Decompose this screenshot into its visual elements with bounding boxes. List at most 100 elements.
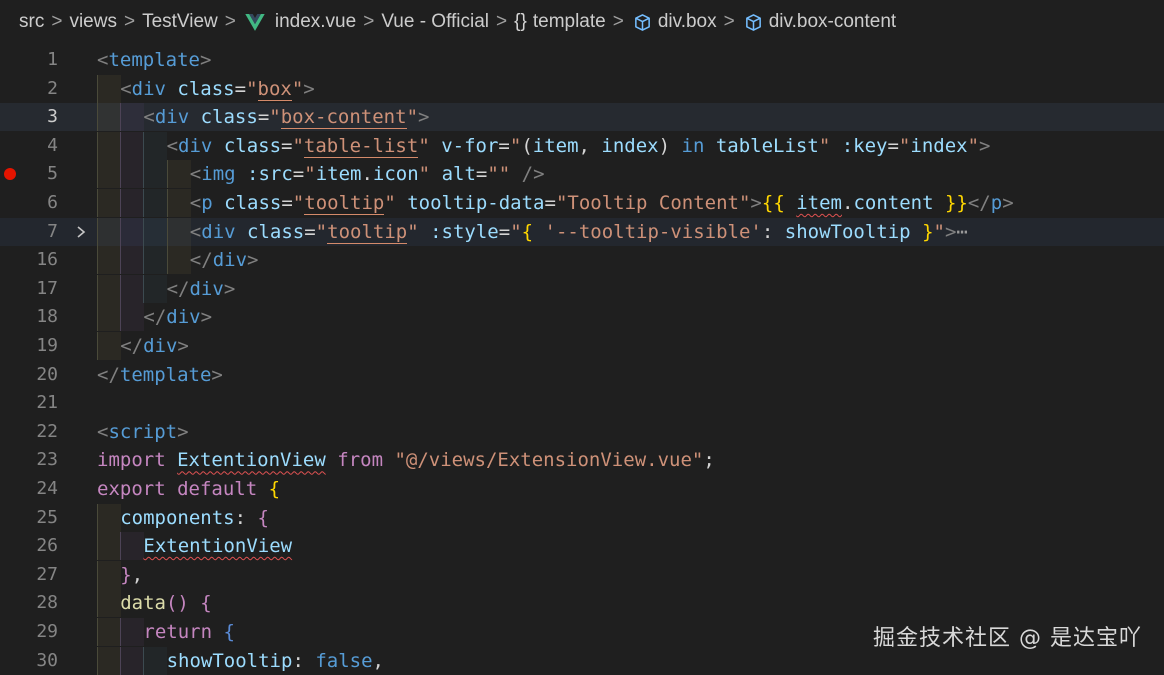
line-number[interactable]: 20 <box>0 361 58 389</box>
code-editor[interactable]: 1 <template> 2 <div class="box"> 3 <div class… <box>0 46 1164 675</box>
code-line[interactable]: 16 </div> <box>0 246 1164 275</box>
code-text: <img :src="item.icon" alt="" /> <box>190 160 545 188</box>
breadcrumb-item-div-box-content[interactable]: div.box-content <box>742 11 896 33</box>
code-token: alt <box>430 163 476 186</box>
code-line[interactable]: 6 <p class="tooltip" tooltip-data="Toolti… <box>0 189 1164 217</box>
watermark: 掘金技术社区 @ 是达宝吖 <box>873 626 1142 651</box>
code-token: < <box>189 163 202 186</box>
code-token: /> <box>510 163 545 186</box>
code-line[interactable]: 1 <template> <box>0 46 1164 74</box>
code-token: > <box>200 306 213 329</box>
code-token: = <box>544 192 556 214</box>
line-number[interactable]: 24 <box>0 475 58 503</box>
line-number[interactable]: 22 <box>0 418 58 446</box>
line-number[interactable]: 25 <box>0 504 58 532</box>
code-token: "@/views/ExtensionView.vue" <box>383 449 704 472</box>
indent-guide <box>97 560 121 589</box>
code-token: . <box>841 192 854 214</box>
code-text: <div class="tooltip" :style="{ '--toolti… <box>190 218 968 246</box>
code-token: "" <box>487 163 511 186</box>
code-token: " <box>967 134 980 157</box>
code-line[interactable]: 24 export default { <box>0 475 1164 503</box>
breadcrumb-item-src[interactable]: src <box>19 11 44 33</box>
code-line[interactable]: 17 </div> <box>0 274 1164 303</box>
breadcrumb-item-template[interactable]: {} template <box>514 11 606 33</box>
line-number[interactable]: 17 <box>0 275 58 303</box>
indent-guide <box>97 131 121 160</box>
code-token: div <box>201 220 236 243</box>
code-line[interactable]: 22 <script> <box>0 418 1164 446</box>
code-text: </div> <box>143 303 212 331</box>
code-token: table-list <box>303 134 419 158</box>
code-token: " <box>509 134 522 157</box>
line-number[interactable]: 23 <box>0 446 58 474</box>
code-line[interactable]: 3 <div class="box-content"> <box>0 103 1164 132</box>
code-text: data() { <box>120 589 212 617</box>
code-token: class <box>165 77 235 100</box>
code-token: default <box>177 478 258 500</box>
line-number[interactable]: 4 <box>0 132 58 160</box>
line-number[interactable]: 2 <box>0 75 58 103</box>
code-token: icon <box>372 163 419 186</box>
code-line[interactable]: 25 components: { <box>0 503 1164 532</box>
code-token: class <box>212 192 282 214</box>
code-line[interactable]: 7 <div class="tooltip" :style="{ '--toolt… <box>0 217 1164 246</box>
braces-icon: {} <box>514 11 527 32</box>
line-number[interactable]: 16 <box>0 246 58 274</box>
indent-guide <box>143 131 168 160</box>
code-token: item <box>532 134 579 157</box>
code-line[interactable]: 26 ExtentionView <box>0 532 1164 561</box>
code-token: script <box>108 420 178 443</box>
code-token: showTooltip <box>784 220 911 243</box>
code-line[interactable]: 5 <img :src="item.icon" alt="" /> <box>0 160 1164 189</box>
breadcrumb-label: views <box>69 11 117 32</box>
code-token: " <box>304 163 316 186</box>
code-line[interactable]: 28 data() { <box>0 589 1164 618</box>
line-number[interactable]: 7 <box>0 218 58 246</box>
code-text: components: { <box>120 504 269 532</box>
line-number[interactable]: 26 <box>0 532 58 560</box>
code-token: " <box>933 220 945 243</box>
code-token: > <box>1002 192 1014 214</box>
code-token: < <box>189 192 202 214</box>
breadcrumb-item-div-box[interactable]: div.box <box>631 11 717 33</box>
line-number[interactable]: 27 <box>0 561 58 589</box>
breadcrumb-item-language[interactable]: Vue - Official <box>381 11 489 33</box>
code-token: , <box>372 649 384 672</box>
code-text: <div class="box-content"> <box>143 103 429 131</box>
code-line[interactable]: 20 </template> <box>0 361 1164 389</box>
fold-chevron-right-icon[interactable] <box>75 224 87 240</box>
code-line[interactable]: 2 <div class="box"> <box>0 74 1164 103</box>
breadcrumb: src > views > TestView > index.vue > Vue… <box>0 0 1164 44</box>
indent-guide <box>97 618 121 646</box>
breadcrumb-item-file[interactable]: index.vue <box>243 11 356 33</box>
line-number[interactable]: 3 <box>0 103 58 131</box>
code-token: = <box>887 134 899 157</box>
indent-guide <box>97 160 121 189</box>
line-number[interactable]: 1 <box>0 46 58 74</box>
vue-logo-icon <box>245 13 265 31</box>
line-number[interactable]: 18 <box>0 303 58 331</box>
line-number[interactable]: 21 <box>0 389 58 417</box>
code-token: </ <box>143 306 167 329</box>
line-number[interactable]: 28 <box>0 589 58 617</box>
breadcrumb-item-testview[interactable]: TestView <box>142 11 218 33</box>
code-line[interactable]: 27}, <box>0 560 1164 589</box>
indent-guide <box>97 646 121 675</box>
line-number[interactable]: 6 <box>0 189 58 217</box>
code-line[interactable]: 19 </div> <box>0 332 1164 360</box>
indent-guide <box>166 160 191 189</box>
code-line[interactable]: 23 import ExtentionView from "@/views/Ext… <box>0 446 1164 474</box>
code-line[interactable]: 4 <div class="table-list" v-for="(item, i… <box>0 131 1164 160</box>
indent-guide <box>97 217 121 246</box>
code-token: "Tooltip Content" <box>555 192 751 214</box>
breadcrumb-item-views[interactable]: views <box>69 11 117 33</box>
code-token: class <box>189 106 258 129</box>
line-number[interactable]: 19 <box>0 332 58 360</box>
code-line[interactable]: 18 </div> <box>0 303 1164 332</box>
line-number[interactable]: 30 <box>0 647 58 675</box>
code-token: > <box>177 335 189 357</box>
fold-ellipsis[interactable]: ⋯ <box>956 221 967 243</box>
line-number[interactable]: 29 <box>0 618 58 646</box>
code-line[interactable]: 21 <box>0 389 1164 417</box>
